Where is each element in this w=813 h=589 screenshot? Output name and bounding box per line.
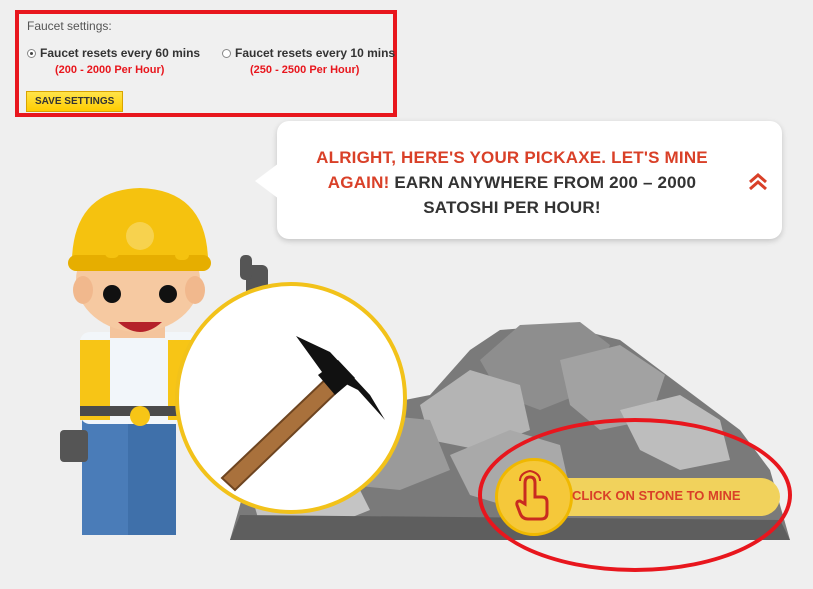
settings-title: Faucet settings: [27, 19, 112, 33]
click-stone-to-mine-button[interactable]: CLICK ON STONE TO MINE [495, 458, 780, 536]
reset-10-rate: (250 - 2500 Per Hour) [250, 64, 360, 76]
reset-10-radio[interactable] [222, 49, 231, 58]
save-settings-button[interactable]: SAVE SETTINGS [26, 91, 124, 112]
mining-scene [60, 188, 790, 540]
reset-10-option[interactable]: Faucet resets every 10 mins [222, 46, 395, 60]
faucet-settings-panel: Faucet settings: Faucet resets every 60 … [15, 10, 397, 117]
hand-pointer-icon [495, 458, 573, 536]
reset-10-label: Faucet resets every 10 mins [235, 46, 396, 60]
reset-60-option[interactable]: Faucet resets every 60 mins [27, 46, 200, 60]
mine-button-label: CLICK ON STONE TO MINE [572, 488, 741, 503]
reset-60-radio[interactable] [27, 49, 36, 58]
reset-60-label: Faucet resets every 60 mins [40, 46, 201, 60]
reset-60-rate: (200 - 2000 Per Hour) [55, 64, 165, 76]
pickaxe-icon[interactable] [175, 282, 407, 514]
